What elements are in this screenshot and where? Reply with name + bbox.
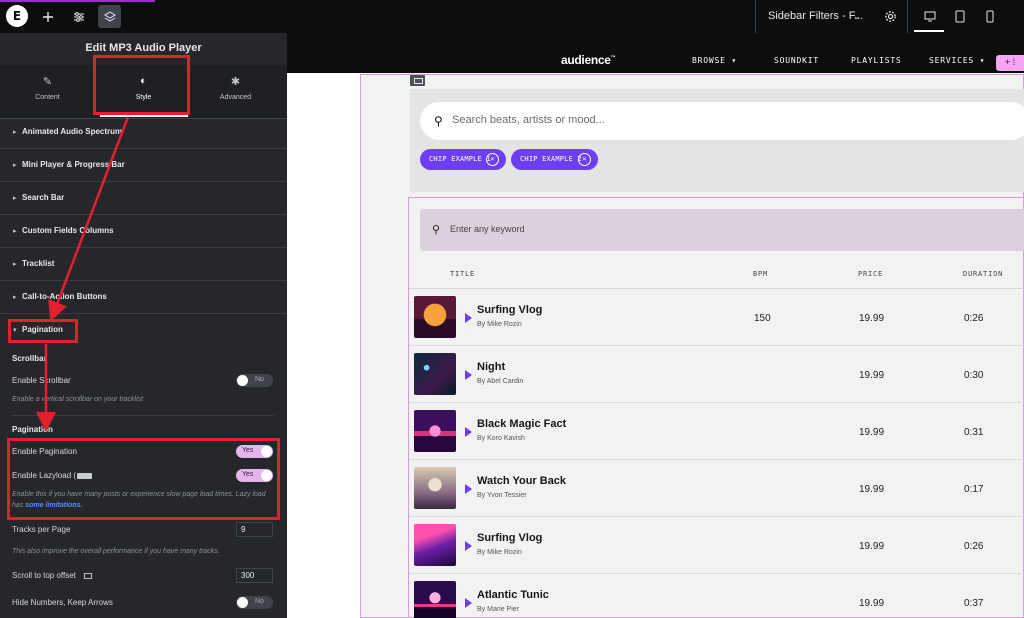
filter-chip[interactable]: CHIP EXAMPLE 1 × — [420, 149, 506, 170]
keyword-input[interactable]: ⚲ Enter any keyword — [420, 209, 1024, 251]
settings-icon[interactable] — [879, 5, 902, 28]
close-icon[interactable]: × — [486, 153, 499, 166]
table-row[interactable]: Watch Your Back By Yvon Tessier 19.99 0:… — [409, 460, 1024, 517]
edit-widget-handle[interactable] — [410, 75, 425, 86]
column-duration: DURATION — [963, 270, 1004, 278]
caret-down-icon: ▾ — [731, 56, 737, 65]
track-cover[interactable] — [414, 410, 456, 452]
search-icon: ⚲ — [432, 224, 441, 236]
search-icon: ⚲ — [434, 114, 443, 128]
track-cover[interactable] — [414, 353, 456, 395]
site-logo[interactable]: audience™ — [561, 53, 616, 67]
play-icon[interactable] — [465, 427, 472, 437]
play-icon[interactable] — [465, 541, 472, 551]
play-icon[interactable] — [465, 370, 472, 380]
nav-services[interactable]: SERVICES ▾ — [929, 56, 985, 65]
filter-chip[interactable]: CHIP EXAMPLE 2 × — [511, 149, 598, 170]
column-price: PRICE — [858, 270, 884, 278]
nav-browse[interactable]: BROWSE ▾ — [692, 56, 737, 65]
table-row[interactable]: Surfing Vlog By Mike Rozin 19.99 0:26 — [409, 517, 1024, 574]
desktop-icon[interactable] — [918, 5, 941, 28]
track-cover[interactable] — [414, 581, 456, 618]
search-input[interactable]: ⚲ Search beats, artists or mood... — [420, 102, 1024, 140]
active-device-indicator — [914, 30, 944, 32]
nav-soundkit[interactable]: SOUNDKIT — [774, 56, 819, 65]
document-title[interactable]: Sidebar Filters - F... — [768, 10, 863, 22]
table-row[interactable]: Night By Abel Cardin 19.99 0:30 — [409, 346, 1024, 403]
page-preview: audience™ BROWSE ▾ SOUNDKIT PLAYLISTS SE… — [287, 33, 1024, 618]
add-section-button[interactable]: + ⁞ — [996, 55, 1024, 71]
track-cover[interactable] — [414, 296, 456, 338]
nav-playlists[interactable]: PLAYLISTS — [851, 56, 902, 65]
table-row[interactable]: Atlantic Tunic By Marie Pier 19.99 0:37 — [409, 574, 1024, 618]
site-header: audience™ BROWSE ▾ SOUNDKIT PLAYLISTS SE… — [287, 33, 1024, 73]
track-cover[interactable] — [414, 524, 456, 566]
tablet-icon[interactable] — [948, 5, 971, 28]
annotation-arrows — [36, 116, 130, 432]
column-title: TITLE — [450, 270, 476, 278]
mobile-icon[interactable] — [978, 5, 1001, 28]
search-area: ⚲ Search beats, artists or mood... CHIP … — [410, 89, 1024, 192]
table-row[interactable]: Surfing Vlog By Mike Rozin 150 19.99 0:2… — [409, 289, 1024, 346]
track-cover[interactable] — [414, 467, 456, 509]
caret-down-icon: ▾ — [979, 56, 986, 65]
chevron-down-icon[interactable]: ⌄ — [853, 11, 861, 22]
page-margin — [287, 73, 360, 618]
column-bpm: BPM — [753, 270, 769, 278]
play-icon[interactable] — [465, 598, 472, 608]
close-icon[interactable]: × — [578, 153, 591, 166]
play-icon[interactable] — [465, 313, 472, 323]
play-icon[interactable] — [465, 484, 472, 494]
table-row[interactable]: Black Magic Fact By Koro Kavish 19.99 0:… — [409, 403, 1024, 460]
